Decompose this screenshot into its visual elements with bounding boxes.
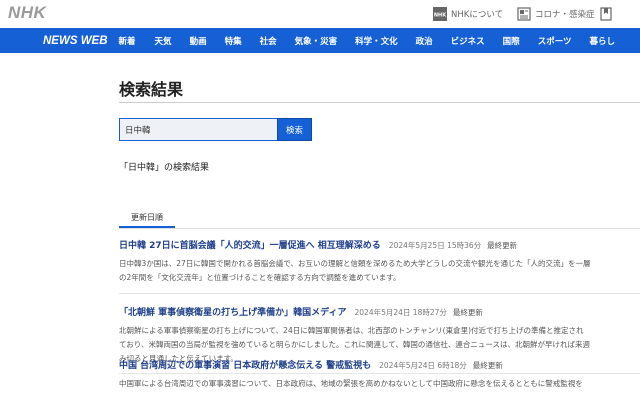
result-date: 2024年5月24日 18時27分 xyxy=(354,308,447,317)
snippet-line: 日中韓3か国は、27日に韓国で開かれる首脳会議で、お互いの理解と信頼を深めるため… xyxy=(119,259,591,268)
about-nhk-link[interactable]: NHK NHKについて xyxy=(432,6,503,21)
result-updated-tag: 最終更新 xyxy=(487,241,518,250)
nav-item-politics[interactable]: 政治 xyxy=(416,35,433,47)
nav-item-life[interactable]: 暮らし xyxy=(590,35,616,47)
title-divider xyxy=(119,102,640,103)
result-title[interactable]: 「北朝鮮 軍事偵察衛星の打ち上げ準備か」韓国メディア xyxy=(119,308,347,318)
result-updated-tag: 最終更新 xyxy=(452,308,483,317)
snippet-line: 北朝鮮による軍事偵察衛星の打ち上げについて、24日に韓国軍関係者は、北西部のトン… xyxy=(119,326,584,335)
bookmark-link[interactable] xyxy=(598,6,617,21)
page-title: 検索結果 xyxy=(119,80,184,99)
nhk-logo-icon: NHK xyxy=(432,6,447,21)
result-date: 2024年5月25日 15時36分 xyxy=(388,241,482,250)
corona-label: コロナ・感染症 xyxy=(535,9,595,20)
nav-item-video[interactable]: 動画 xyxy=(190,35,207,47)
newspaper-icon xyxy=(516,6,531,21)
result-date: 2024年5月24日 6時18分 xyxy=(379,361,467,370)
nav-item-sports[interactable]: スポーツ xyxy=(538,35,572,47)
top-bar: NHK NHK NHKについて コロナ・感染症 xyxy=(0,0,640,28)
snippet-line: ており、米韓両国の当局が監視を強めていると明らかにしました。これに関連して、韓国… xyxy=(119,340,590,349)
nav-item-science[interactable]: 科学・文化 xyxy=(355,35,398,47)
nav-item-international[interactable]: 国際 xyxy=(503,35,520,47)
nav-item-business[interactable]: ビジネス xyxy=(451,35,485,47)
snippet-line: の2年間を「文化交流年」と位置づけることを確認する方向で調整を進めています。 xyxy=(119,273,401,282)
result-snippet: 中国軍による台湾周辺での軍事演習について、日本政府は、地域の緊張を高めかねないと… xyxy=(119,377,640,391)
nav-item-society[interactable]: 社会 xyxy=(260,35,277,47)
news-web-brand[interactable]: NEWS WEB xyxy=(43,35,108,47)
sort-tab-updated[interactable]: 更新日順 xyxy=(119,211,175,228)
sort-divider xyxy=(119,228,640,229)
svg-text:NHK: NHK xyxy=(433,12,446,18)
nhk-logo[interactable]: NHK xyxy=(8,3,46,23)
snippet-line: 中国軍による台湾周辺での軍事演習について、日本政府は、地域の緊張を高めかねないと… xyxy=(119,379,583,388)
result-item[interactable]: 日中韓 27日に首脳会議「人的交流」一層促進へ 相互理解深める 2024年5月25… xyxy=(119,238,640,285)
result-item[interactable]: 「北朝鮮 軍事偵察衛星の打ち上げ準備か」韓国メディア 2024年5月24日 18時… xyxy=(119,305,640,366)
result-title[interactable]: 中国 台湾周辺での軍事演習 日本政府が懸念伝える 警戒監視も xyxy=(119,361,371,371)
nav-item-new[interactable]: 新着 xyxy=(119,35,136,47)
nav-item-feature[interactable]: 特集 xyxy=(225,35,242,47)
search-button[interactable]: 検索 xyxy=(277,118,312,141)
nav-item-weather[interactable]: 天気 xyxy=(155,35,172,47)
result-caption: 「日中韓」の検索結果 xyxy=(119,163,210,173)
search-input[interactable] xyxy=(119,118,277,141)
result-item[interactable]: 中国 台湾周辺での軍事演習 日本政府が懸念伝える 警戒監視も 2024年5月24日… xyxy=(119,358,640,391)
result-title[interactable]: 日中韓 27日に首脳会議「人的交流」一層促進へ 相互理解深める xyxy=(119,241,381,251)
main-nav: NEWS WEB 新着 天気 動画 特集 社会 気象・災害 科学・文化 政治 ビ… xyxy=(0,28,640,53)
result-divider xyxy=(119,293,640,294)
bookmark-icon xyxy=(598,6,613,21)
about-nhk-label: NHKについて xyxy=(451,9,504,20)
result-snippet: 日中韓3か国は、27日に韓国で開かれる首脳会議で、お互いの理解と信頼を深めるため… xyxy=(119,257,640,285)
nav-item-disaster[interactable]: 気象・災害 xyxy=(295,35,338,47)
corona-link[interactable]: コロナ・感染症 xyxy=(516,6,595,21)
result-updated-tag: 最終更新 xyxy=(472,361,503,370)
